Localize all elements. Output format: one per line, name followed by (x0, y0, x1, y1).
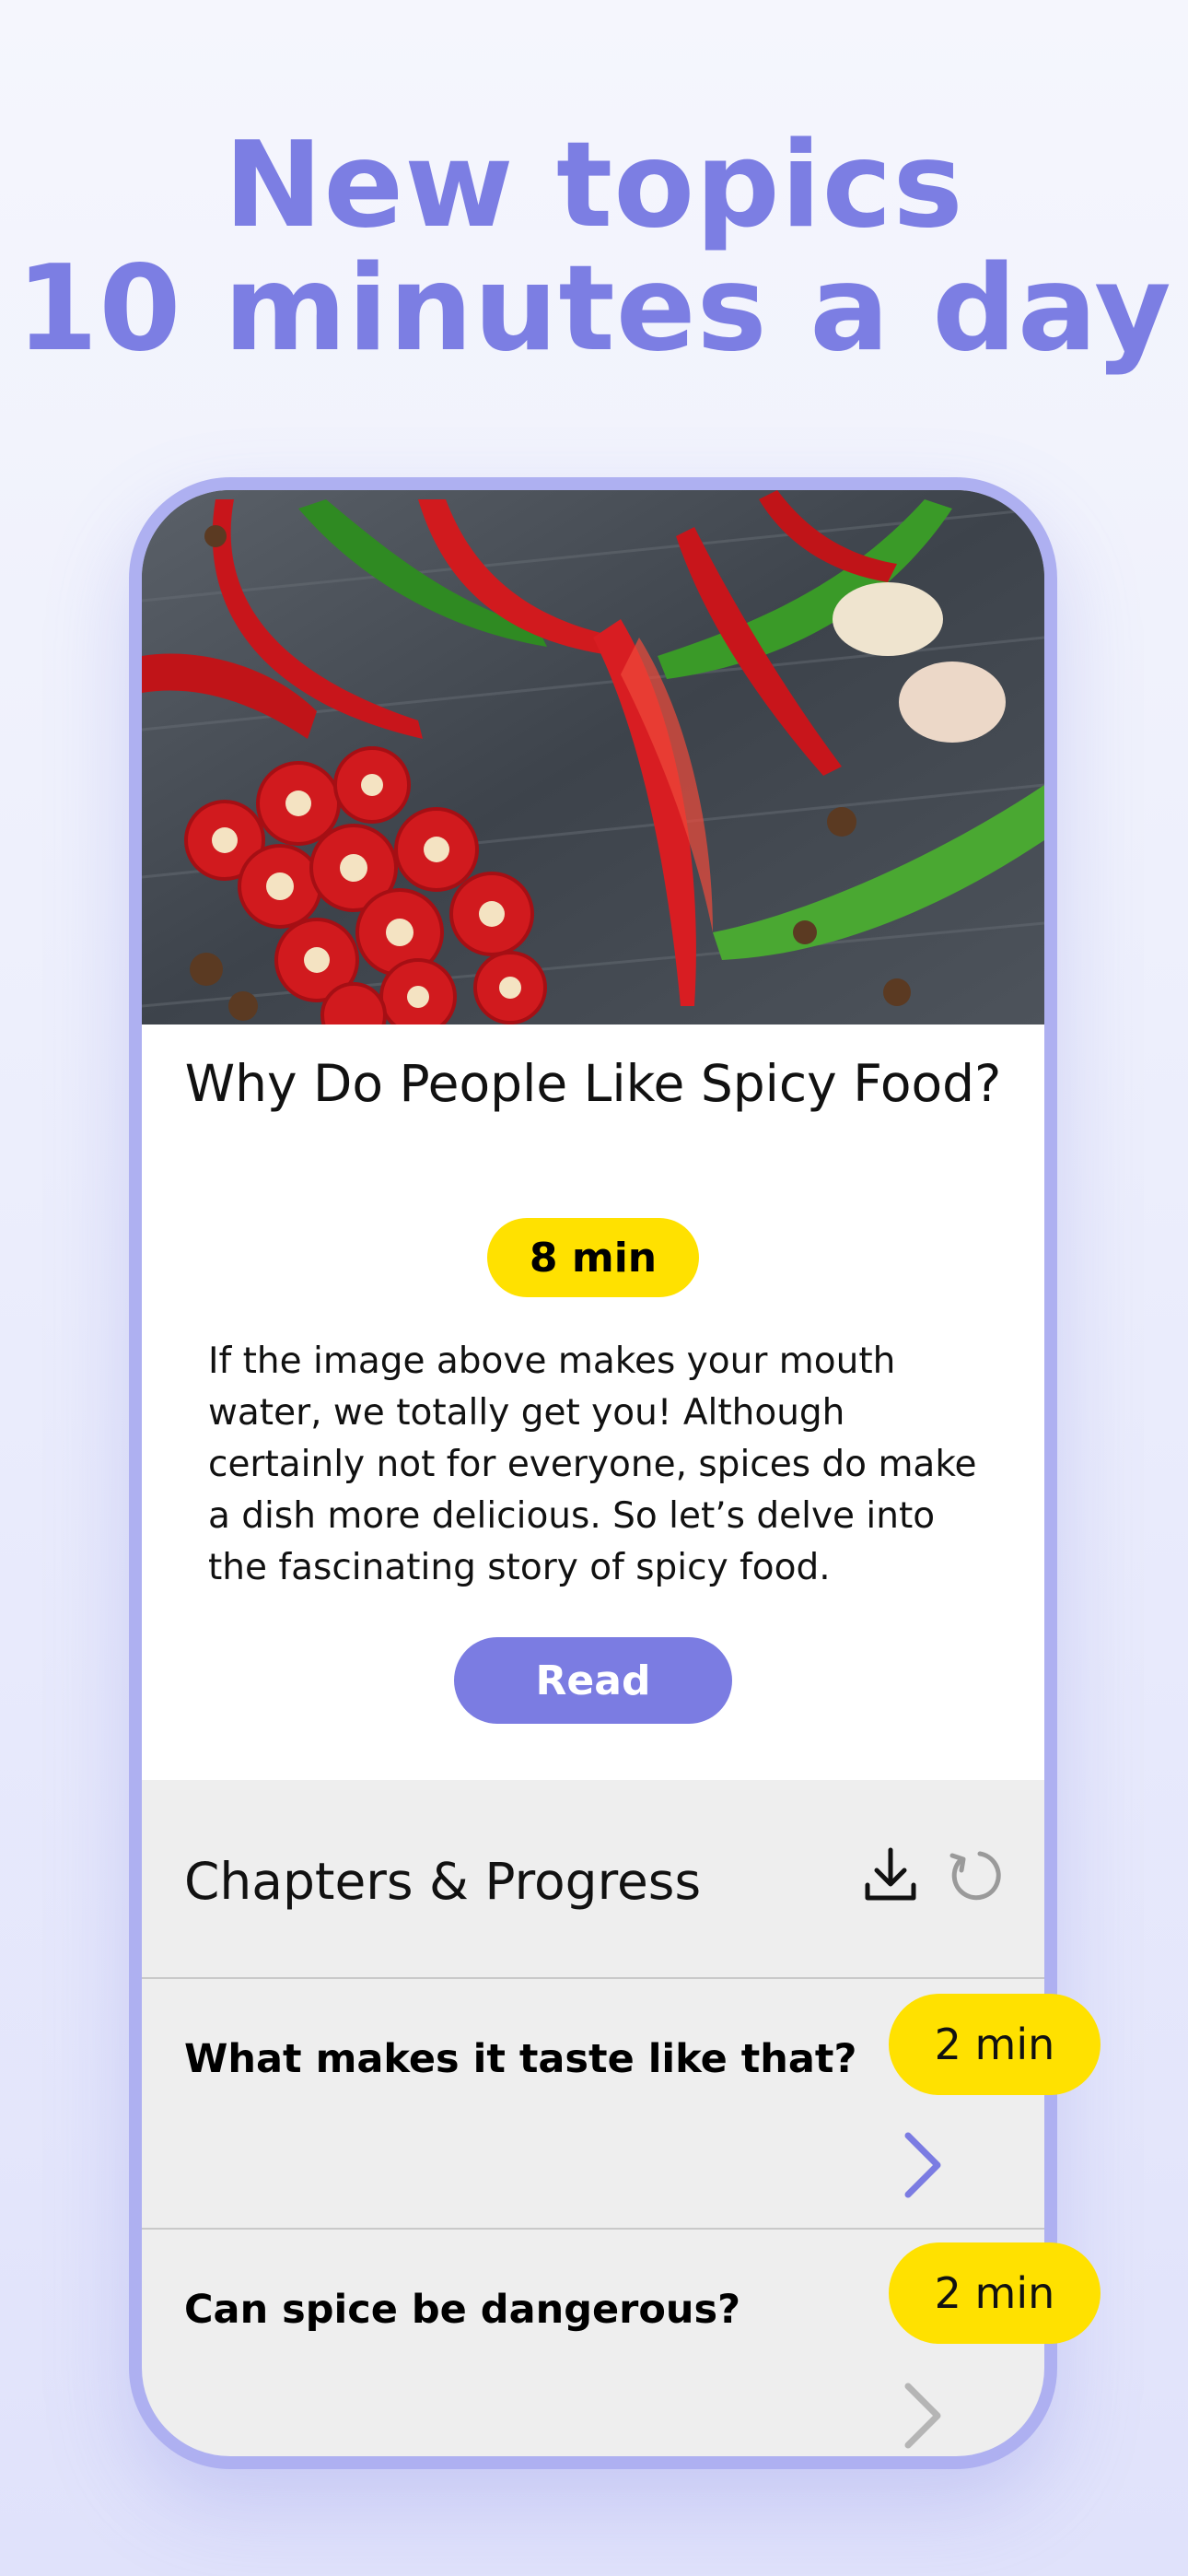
download-icon[interactable] (860, 1844, 921, 1905)
chapters-title: Chapters & Progress (184, 1852, 702, 1911)
reset-icon[interactable] (943, 1844, 1004, 1905)
headline: New topics 10 minutes a day (0, 124, 1188, 371)
chevron-right-icon[interactable] (897, 2379, 949, 2453)
chapter-duration-badge: 2 min (889, 2242, 1101, 2344)
read-button[interactable]: Read (454, 1637, 732, 1724)
chapters-header: Chapters & Progress (142, 1798, 1044, 1978)
article-title: Why Do People Like Spicy Food? (184, 1054, 1002, 1113)
phone-frame: Why Do People Like Spicy Food? 8 min If … (129, 477, 1057, 2469)
chapter-title: What makes it taste like that? (184, 2036, 857, 2082)
chapter-duration-badge: 2 min (889, 1994, 1101, 2095)
chili-peppers-image (142, 490, 1044, 1048)
chapter-title: Can spice be dangerous? (184, 2287, 741, 2333)
duration-badge: 8 min (487, 1218, 699, 1297)
headline-line-2: 10 minutes a day (16, 240, 1172, 378)
headline-line-1: New topics (224, 117, 964, 254)
chili-peppers-illustration (142, 490, 1044, 1048)
chevron-right-icon[interactable] (897, 2128, 949, 2202)
article-description: If the image above makes your mouth wate… (208, 1341, 977, 1588)
